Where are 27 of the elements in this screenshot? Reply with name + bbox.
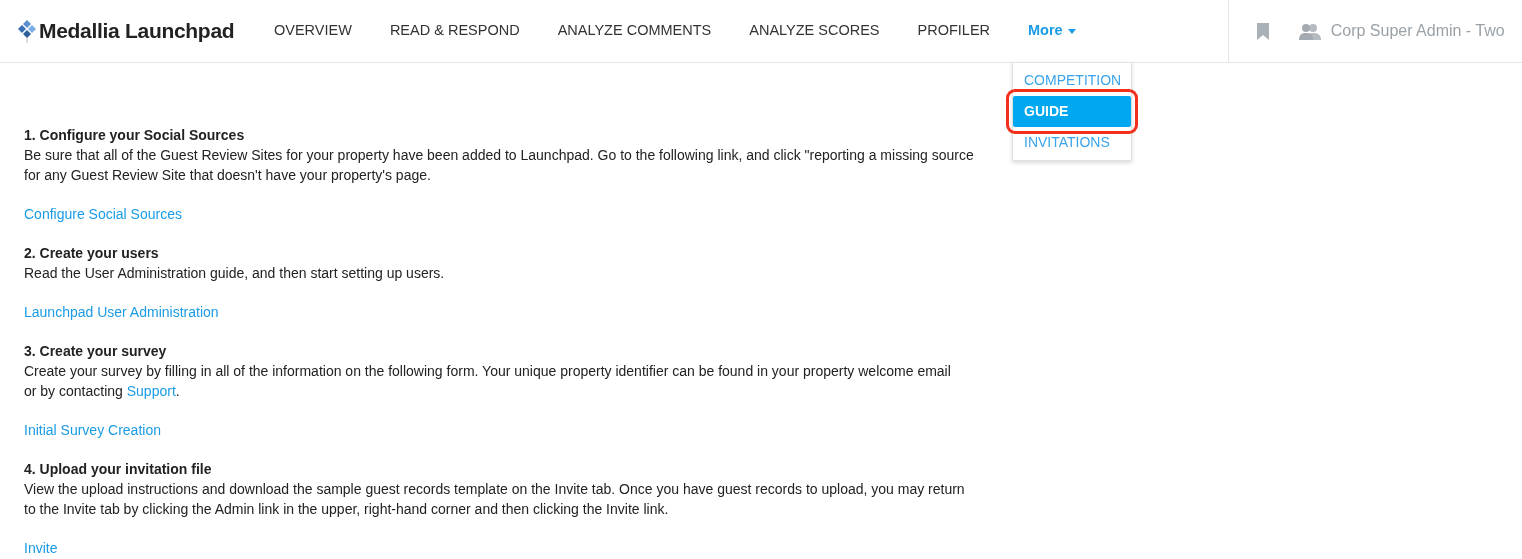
section-link[interactable]: Invite [24,538,58,558]
section-text: Read the User Administration guide, and then start setting up users. [24,264,445,283]
section-text: View the upload instructions and download the sample guest records template on the Invite tab. Once you have guest records to upload, you may return to the Invite tab by clicking the Admin link in the upper, right-hand corner and then clicking the Invite link. [24,480,965,519]
section-heading: 2. Create your users [24,244,159,263]
section-link[interactable]: Launchpad User Administration [24,302,219,322]
dropdown-item[interactable]: INVITATIONS [1013,127,1131,158]
nav-tab[interactable]: ANALYZE COMMENTS [557,20,712,42]
app-logo: Medallia Launchpad [39,18,235,45]
diamond-logo-icon [18,19,36,43]
section-heading: 1. Configure your Social Sources [24,126,245,145]
section-link[interactable]: Initial Survey Creation [24,420,161,440]
section-text: Be sure that all of the Guest Review Sites for your property have been added to Launchpad. Go to the following link, and click "reporting a missing source for any Guest Review Site that doesn't have your property's page. [24,146,974,185]
nav-tab[interactable]: OVERVIEW [274,20,352,42]
dropdown-item[interactable]: COMPETITION [1013,65,1131,96]
section-heading: 3. Create your survey [24,342,167,361]
users-icon [1298,22,1321,40]
nav-tab[interactable]: ANALYZE SCORES [749,20,880,42]
more-menu[interactable]: More [1028,20,1076,42]
section-link[interactable]: Configure Social Sources [24,204,182,224]
caret-icon [1067,28,1076,34]
support-link[interactable]: Support [126,383,176,399]
nav-tab[interactable]: PROFILER [917,20,991,42]
section-heading: 4. Upload your invitation file [24,460,212,479]
nav-tab[interactable]: READ & RESPOND [389,20,520,42]
user-name[interactable]: Corp Super Admin - Two [1330,19,1505,43]
section-text: Create your survey by filling in all of the information on the following form. Your unique property identifier can be found in your property welcome email or by contacting Support. [24,362,951,401]
bookmark-icon[interactable] [1256,22,1269,40]
